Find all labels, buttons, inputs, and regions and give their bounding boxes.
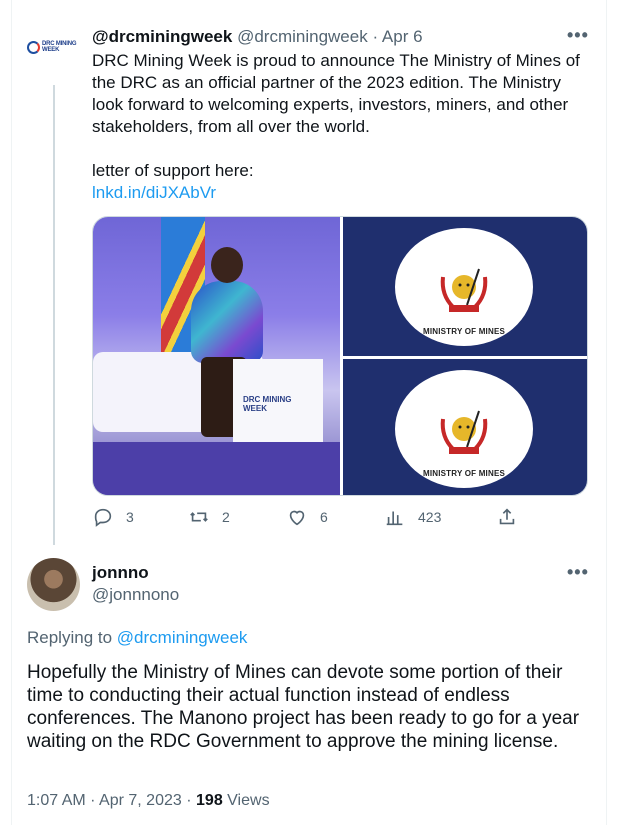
parent-date[interactable]: Apr 6 xyxy=(382,27,423,46)
parent-text-paragraph: letter of support here: xyxy=(92,161,254,180)
coat-of-arms-icon xyxy=(440,268,488,312)
parent-tweet-header: @drcminingweek @drcminingweek · Apr 6 xyxy=(92,26,423,48)
separator: · xyxy=(186,792,192,809)
like-button[interactable]: 6 xyxy=(286,506,328,528)
parent-tweet-text: DRC Mining Week is proud to announce The… xyxy=(92,50,592,204)
views-count: 423 xyxy=(418,509,442,525)
jonnno-avatar[interactable] xyxy=(27,558,80,611)
views-icon xyxy=(386,511,403,526)
parent-action-bar: 3 2 6 423 xyxy=(92,506,592,534)
conference-photo[interactable]: DRC MINING WEEK xyxy=(93,217,340,495)
tweet-time[interactable]: 1:07 AM xyxy=(27,792,86,809)
coat-of-arms-icon xyxy=(440,410,488,454)
reply-button[interactable]: 3 xyxy=(92,506,134,528)
speaker-head xyxy=(211,247,243,283)
seal-caption: MINISTRY OF MINES xyxy=(422,327,506,336)
ministry-seal: MINISTRY OF MINES xyxy=(395,228,533,346)
retweet-button[interactable]: 2 xyxy=(188,506,230,528)
parent-display-name[interactable]: @drcminingweek xyxy=(92,27,232,46)
speaker xyxy=(191,281,263,363)
views-button[interactable]: 423 xyxy=(384,506,441,528)
reply-count: 3 xyxy=(126,509,134,525)
media-grid[interactable]: DRC MINING WEEK MINISTRY OF MINES MINIST… xyxy=(92,216,588,496)
podium-logo-text: DRC MINING WEEK xyxy=(243,395,292,413)
stage-floor xyxy=(93,442,340,495)
seal-caption: MINISTRY OF MINES xyxy=(422,469,506,478)
views-label: Views xyxy=(227,792,270,809)
share-icon xyxy=(499,508,515,525)
drcminingweek-avatar[interactable]: DRC MINING WEEK xyxy=(27,33,79,61)
parent-handle[interactable]: @drcminingweek xyxy=(237,27,368,46)
letter-of-support-link[interactable]: lnkd.in/diJXAbVr xyxy=(92,183,216,202)
like-icon xyxy=(289,510,305,526)
retweet-icon xyxy=(190,512,208,522)
reply-icon xyxy=(94,508,112,527)
author-display-name[interactable]: jonnno xyxy=(92,562,149,584)
separator: · xyxy=(90,792,96,809)
retweet-count: 2 xyxy=(222,509,230,525)
logo-wordmark: DRC MINING WEEK xyxy=(42,41,77,53)
replying-to: Replying to @drcminingweek xyxy=(27,627,247,649)
replying-to-handle[interactable]: @drcminingweek xyxy=(117,628,248,647)
share-button[interactable] xyxy=(496,506,518,528)
separator: · xyxy=(372,27,379,46)
ministry-seal-image[interactable]: MINISTRY OF MINES xyxy=(343,217,587,356)
ministry-seal-image-2[interactable]: MINISTRY OF MINES xyxy=(343,359,587,495)
parent-text-paragraph: DRC Mining Week is proud to announce The… xyxy=(92,51,580,136)
tweet-metadata: 1:07 AM · Apr 7, 2023 · 198 Views xyxy=(27,790,270,812)
more-icon[interactable]: ••• xyxy=(567,26,589,44)
like-count: 6 xyxy=(320,509,328,525)
views-total[interactable]: 198 xyxy=(196,792,223,809)
author-handle[interactable]: @jonnnono xyxy=(92,584,179,606)
ministry-seal: MINISTRY OF MINES xyxy=(395,370,533,488)
tweet-text: Hopefully the Ministry of Mines can devo… xyxy=(27,662,580,752)
replying-prefix: Replying to xyxy=(27,628,113,647)
more-icon[interactable]: ••• xyxy=(567,563,589,581)
drc-mining-week-logo-icon xyxy=(27,40,40,54)
tweet-date[interactable]: Apr 7, 2023 xyxy=(99,792,182,809)
thread-connector xyxy=(53,85,55,545)
